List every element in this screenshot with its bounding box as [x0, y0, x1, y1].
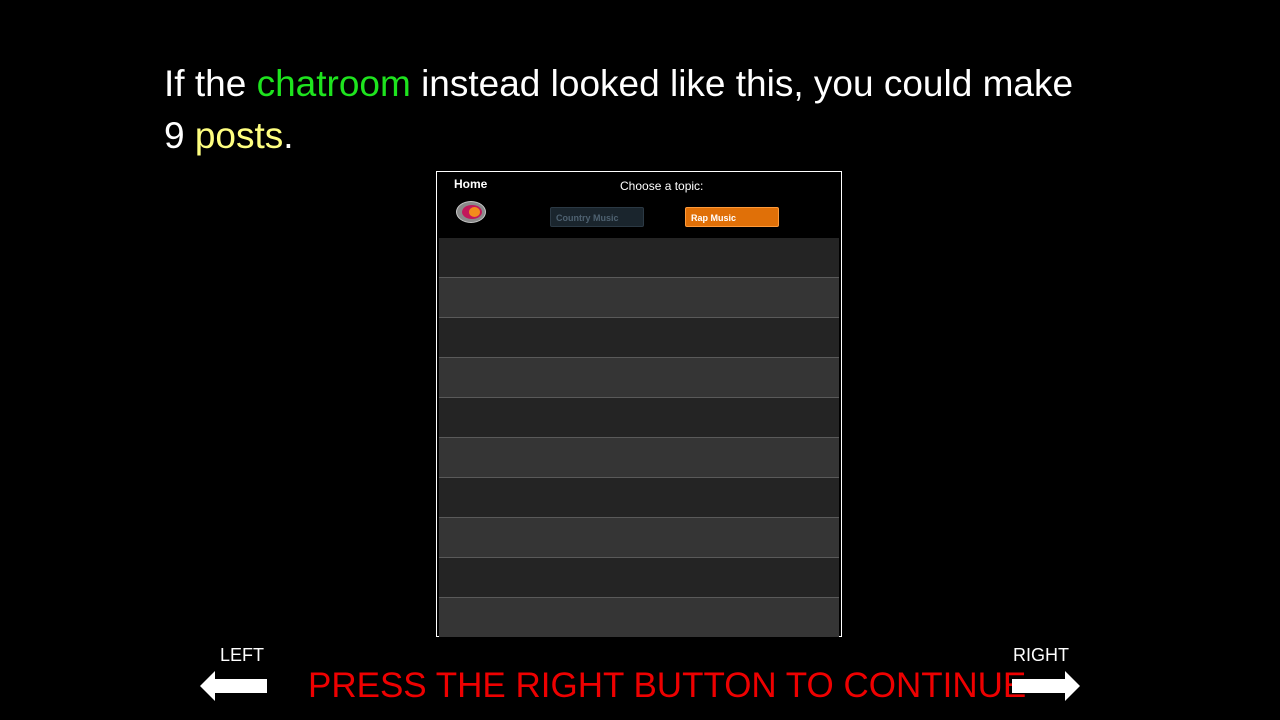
- right-label: RIGHT: [1013, 645, 1069, 665]
- post-slot[interactable]: [439, 478, 839, 518]
- chatroom-highlight: chatroom: [256, 63, 411, 104]
- headline-text-1: If the: [164, 63, 257, 104]
- post-slot[interactable]: [439, 278, 839, 318]
- headline-text-2: instead looked like this, you could make: [410, 63, 1074, 104]
- post-slot[interactable]: [439, 438, 839, 478]
- instruction-headline: If the chatroom instead looked like this…: [164, 58, 1164, 162]
- post-slot[interactable]: [439, 598, 839, 637]
- post-slot[interactable]: [439, 558, 839, 598]
- posts-highlight: posts: [194, 115, 284, 156]
- headline-text-3: 9: [164, 115, 195, 156]
- topic-prompt: Choose a topic:: [620, 179, 704, 193]
- post-slot[interactable]: [439, 358, 839, 398]
- left-arrow-icon[interactable]: [200, 671, 268, 701]
- post-slot[interactable]: [439, 238, 839, 278]
- post-slot-list: [439, 238, 839, 637]
- home-icon[interactable]: [456, 201, 486, 223]
- post-slot[interactable]: [439, 318, 839, 358]
- right-arrow-icon[interactable]: [1012, 671, 1080, 701]
- left-label: LEFT: [220, 645, 265, 665]
- post-slot[interactable]: [439, 518, 839, 558]
- topic-rap-music-button[interactable]: Rap Music: [685, 207, 779, 227]
- chatroom-preview: Home Choose a topic: Country Music Rap M…: [436, 171, 842, 637]
- chatroom-header: Home Choose a topic: Country Music Rap M…: [437, 172, 841, 238]
- headline-text-4: .: [283, 115, 294, 156]
- post-slot[interactable]: [439, 398, 839, 438]
- topic-country-music-button[interactable]: Country Music: [550, 207, 644, 227]
- home-label: Home: [454, 177, 488, 191]
- home-icon-dot: [469, 207, 480, 217]
- continue-instruction: PRESS THE RIGHT BUTTON TO CONTINUE: [308, 666, 1027, 705]
